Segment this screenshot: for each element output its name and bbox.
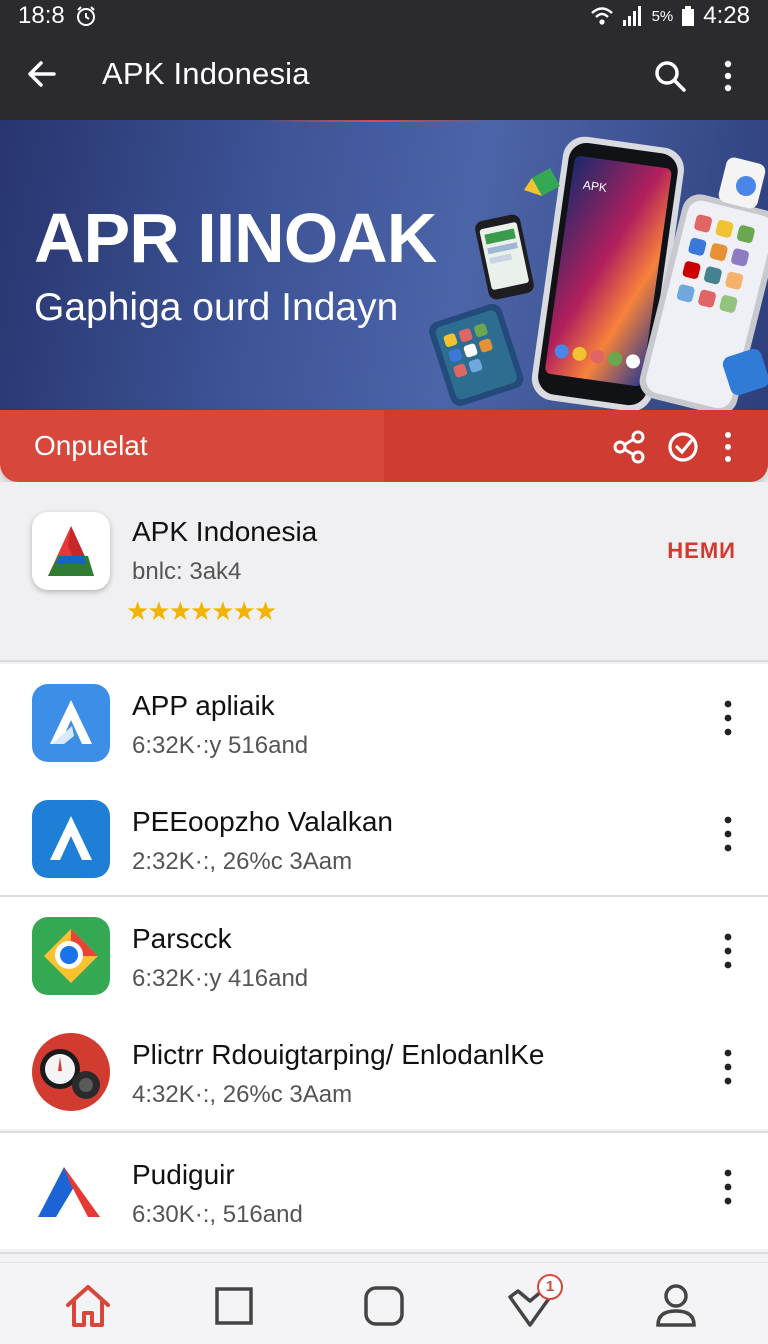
app-name: Pudiguir: [132, 1159, 235, 1190]
item-more-icon[interactable]: [716, 1167, 740, 1207]
status-bar: 18:8 5% 4:28: [0, 0, 768, 30]
signal-icon: [622, 6, 641, 26]
featured-app-card[interactable]: APK Indonesia bnlc: 3ak4 ★★★★★★★ HEMИ: [0, 482, 768, 662]
apk-indonesia-logo-icon: [32, 512, 110, 590]
alarm-icon: [76, 6, 95, 26]
blue-a-logo-icon: [32, 684, 110, 762]
banner-headline: APR IINOAK: [34, 199, 437, 277]
gauge-icon: [32, 1033, 110, 1111]
list-divider: [0, 1252, 768, 1254]
banner-subline: Gaphiga ourd Indayn: [34, 286, 399, 329]
list-item[interactable]: Plictrr Rdouigtarping/ EnlodanlKe 4:32K·…: [0, 1013, 768, 1129]
promo-banner[interactable]: APR IINOAK Gaphiga ourd Indayn APK: [0, 120, 768, 412]
battery-percent: 5%: [651, 7, 674, 25]
status-clock: 4:28: [703, 2, 750, 29]
status-time-left: 18:8: [18, 2, 65, 29]
featured-app-subtitle: bnlc: 3ak4: [132, 558, 242, 585]
app-name: Plictrr Rdouigtarping/ EnlodanlKe: [132, 1039, 545, 1070]
list-item[interactable]: Pudiguir 6:30K·:, 516and: [0, 1133, 768, 1249]
action-strip: Onpuelat: [0, 410, 768, 482]
item-more-icon[interactable]: [716, 931, 740, 971]
overflow-menu-icon[interactable]: [716, 58, 740, 94]
home-icon[interactable]: [62, 1281, 114, 1331]
featured-action-button[interactable]: HEMИ: [667, 538, 736, 564]
profile-icon[interactable]: [650, 1281, 702, 1331]
battery-icon: [682, 6, 695, 26]
bottom-navigation: [0, 1262, 768, 1344]
back-arrow-icon[interactable]: [24, 56, 60, 92]
app-meta: 6:30K·:, 516and: [132, 1201, 303, 1228]
app-name: APP apliaik: [132, 690, 275, 721]
search-icon[interactable]: [652, 58, 688, 94]
app-meta: 6:32K·:y 516and: [132, 732, 309, 759]
share-icon[interactable]: [612, 430, 646, 464]
app-meta: 6:32K·:y 416and: [132, 965, 309, 992]
red-blue-a-logo-icon: [32, 1153, 110, 1231]
strip-label[interactable]: Onpuelat: [34, 430, 148, 462]
list-item[interactable]: PEEoopzho Valalkan 2:32K·:, 26%c 3Aam: [0, 780, 768, 896]
app-name: Parscck: [132, 923, 232, 954]
blue-a-logo-icon: [32, 800, 110, 878]
rounded-square-icon[interactable]: [358, 1281, 410, 1331]
featured-app-name: APK Indonesia: [132, 516, 318, 547]
square-icon[interactable]: [208, 1281, 260, 1331]
chrome-like-icon: [32, 917, 110, 995]
app-name: PEEoopzho Valalkan: [132, 806, 393, 837]
refresh-icon[interactable]: [666, 430, 700, 464]
item-more-icon[interactable]: [716, 1047, 740, 1087]
notification-badge: 1: [537, 1274, 563, 1300]
page-title: APK Indonesia: [102, 56, 310, 91]
item-more-icon[interactable]: [716, 814, 740, 854]
app-meta: 2:32K·:, 26%c 3Aam: [132, 848, 353, 875]
app-bar: APK Indonesia: [0, 30, 768, 120]
banner-phones-illustration: APK: [429, 136, 768, 412]
list-item[interactable]: Parscck 6:32K·:y 416and: [0, 897, 768, 1013]
list-item[interactable]: APP apliaik 6:32K·:y 516and: [0, 664, 768, 780]
strip-more-icon[interactable]: [720, 430, 736, 464]
item-more-icon[interactable]: [716, 698, 740, 738]
app-meta: 4:32K·:, 26%c 3Aam: [132, 1081, 353, 1108]
rating-stars: ★★★★★★★: [126, 596, 277, 626]
wifi-icon: [590, 7, 613, 25]
strip-shade: [384, 410, 768, 482]
